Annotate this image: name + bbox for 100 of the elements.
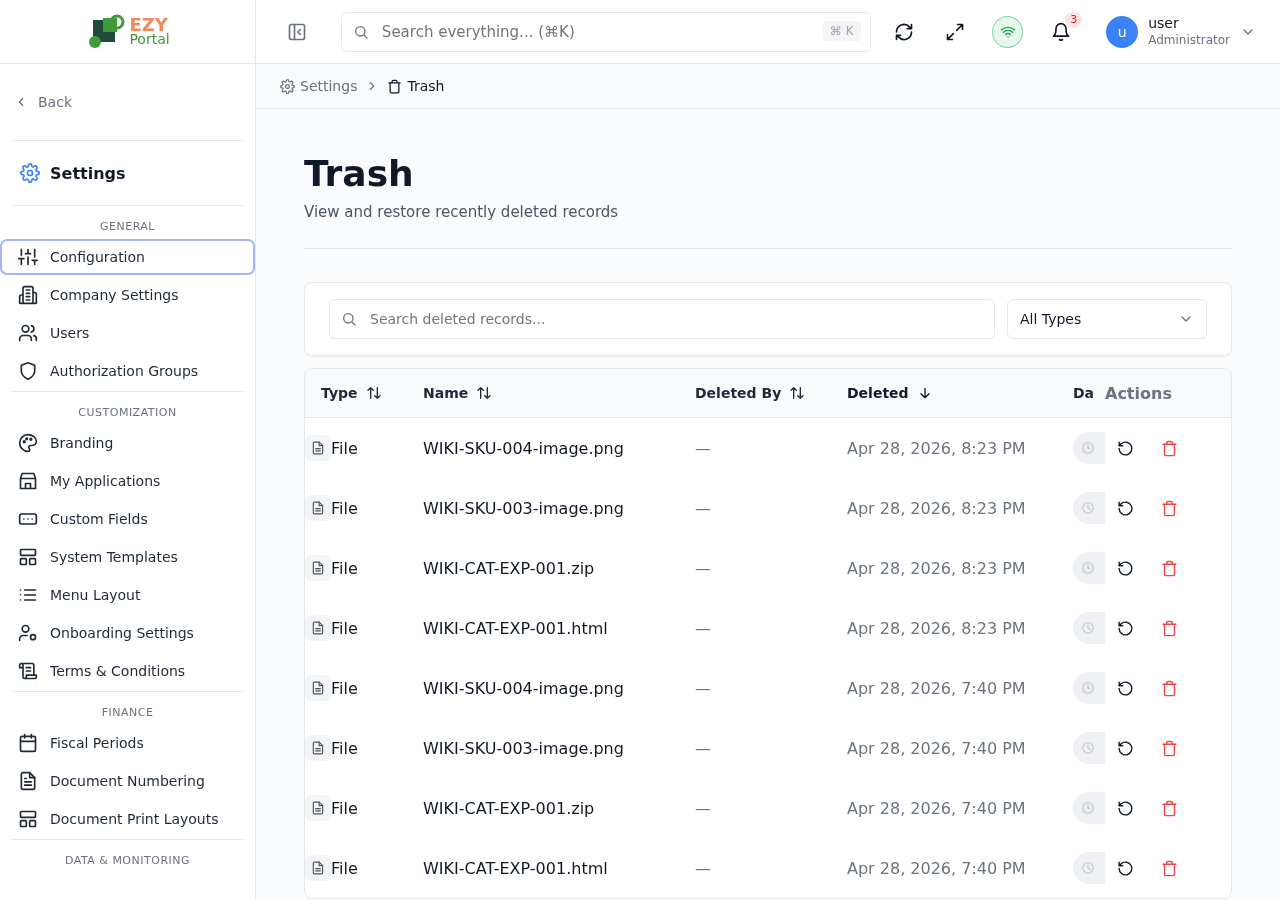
table-cell: File	[331, 678, 358, 698]
sidebar-item[interactable]: Authorization Groups	[0, 353, 255, 389]
section-label: GENERAL	[99, 219, 156, 235]
sidebar-item[interactable]: System Templates	[0, 539, 255, 575]
table-cell: WIKI-CAT-EXP-001.zip	[423, 558, 595, 578]
section-label: FINANCE	[100, 705, 155, 721]
layout-icon	[18, 809, 38, 829]
user-menu[interactable]: u user Administrator	[1106, 14, 1256, 49]
sort-icon[interactable]	[365, 385, 382, 401]
column-header[interactable]: Type	[305, 369, 423, 418]
section-label: DATA & MONITORING	[63, 853, 192, 869]
restore-icon	[1116, 439, 1134, 457]
column-header[interactable]: Name	[423, 369, 695, 418]
records-search-field[interactable]: Search deleted records...	[329, 299, 995, 339]
sidebar-item[interactable]: Branding	[0, 425, 255, 461]
table-cell: —	[695, 738, 711, 758]
table-cell: File	[331, 558, 358, 578]
table-cell: —	[695, 858, 711, 878]
file-icon	[311, 501, 325, 515]
column-header: Actions	[1105, 369, 1231, 418]
user-name: user	[1148, 14, 1180, 32]
trash-icon	[1160, 679, 1178, 697]
table-cell: File	[331, 738, 358, 758]
calendar-icon	[18, 733, 38, 753]
table-cell: WIKI-CAT-EXP-001.html	[423, 858, 608, 878]
bell-icon	[1050, 21, 1071, 42]
search-icon	[341, 311, 357, 327]
refresh-icon	[893, 21, 914, 42]
section-label: CUSTOMIZATION	[77, 405, 178, 421]
sidebar-title: Settings	[50, 163, 126, 183]
user-avatar: u	[1106, 15, 1139, 48]
back-link[interactable]: Back	[0, 64, 255, 140]
table-cell: —	[695, 618, 711, 638]
clock-icon	[1081, 501, 1095, 515]
column-header[interactable]: Deleted By	[695, 369, 847, 418]
table-cell: WIKI-SKU-004-image.png	[423, 438, 624, 458]
users-icon	[18, 323, 38, 343]
trash-icon	[1160, 499, 1178, 517]
sort-icon[interactable]	[476, 385, 493, 401]
file-icon	[311, 621, 325, 635]
clock-icon	[1081, 561, 1095, 575]
table-cell: —	[695, 498, 711, 518]
column-header[interactable]: Deleted	[847, 369, 1073, 418]
breadcrumb-item[interactable]: Settings	[280, 78, 358, 94]
clock-icon	[1081, 441, 1095, 455]
table-cell: File	[331, 438, 358, 458]
table-cell: Apr 28, 2026, 8:23 PM	[847, 438, 1026, 458]
table-cell: WIKI-CAT-EXP-001.zip	[423, 798, 595, 818]
restore-icon	[1116, 499, 1134, 517]
layout-icon	[18, 547, 38, 567]
clock-icon	[1081, 621, 1095, 635]
file-icon	[311, 861, 325, 875]
sidebar-item[interactable]: Custom Fields	[0, 501, 255, 537]
clock-icon	[1081, 741, 1095, 755]
restore-icon	[1116, 739, 1134, 757]
table-cell: Apr 28, 2026, 7:40 PM	[847, 738, 1026, 758]
clock-icon	[1081, 861, 1095, 875]
trash-icon	[1160, 439, 1178, 457]
table-cell: File	[331, 798, 358, 818]
sidebar-item[interactable]: Onboarding Settings	[0, 615, 255, 651]
file-icon	[311, 441, 325, 455]
sidebar-item[interactable]: Fiscal Periods	[0, 725, 255, 761]
file-icon	[311, 801, 325, 815]
table-cell: WIKI-CAT-EXP-001.html	[423, 618, 608, 638]
sidebar-item[interactable]: Company Settings	[0, 277, 255, 313]
sidebar-item[interactable]: Users	[0, 315, 255, 351]
settings-icon	[280, 78, 295, 94]
palette-icon	[18, 433, 38, 453]
sidebar-item[interactable]: Document Numbering	[0, 763, 255, 799]
file-icon	[311, 561, 325, 575]
restore-icon	[1116, 619, 1134, 637]
clock-icon	[1081, 681, 1095, 695]
sidebar-item[interactable]: Menu Layout	[0, 577, 255, 613]
table-cell: WIKI-SKU-003-image.png	[423, 498, 624, 518]
table-cell: Apr 28, 2026, 8:23 PM	[847, 498, 1026, 518]
user-role: Administrator	[1148, 31, 1230, 49]
table-cell: Apr 28, 2026, 7:40 PM	[847, 678, 1026, 698]
page-title: Trash	[304, 152, 415, 196]
trash-icon	[1160, 739, 1178, 757]
sidebar-item[interactable]: Configuration	[0, 239, 255, 275]
notification-count: 3	[1065, 11, 1083, 27]
panel-collapse-icon	[287, 21, 308, 42]
column-header: Da	[1073, 369, 1105, 418]
sidebar-item[interactable]: Terms & Conditions	[0, 653, 255, 689]
table-cell: Apr 28, 2026, 8:23 PM	[847, 618, 1026, 638]
sidebar-item[interactable]: Document Print Layouts	[0, 801, 255, 837]
clock-icon	[1081, 801, 1095, 815]
store-icon	[18, 471, 38, 491]
sort-icon[interactable]	[789, 385, 806, 401]
expand-icon	[944, 21, 965, 42]
table-cell: WIKI-SKU-003-image.png	[423, 738, 624, 758]
trash-icon	[1160, 619, 1178, 637]
restore-icon	[1116, 859, 1134, 877]
connection-status-button[interactable]	[992, 15, 1024, 48]
restore-icon	[1116, 559, 1134, 577]
building-icon	[18, 285, 38, 305]
type-filter-dropdown[interactable]: All Types	[1007, 299, 1207, 339]
restore-icon	[1116, 679, 1134, 697]
sidebar-item[interactable]: My Applications	[0, 463, 255, 499]
table-cell: File	[331, 858, 358, 878]
